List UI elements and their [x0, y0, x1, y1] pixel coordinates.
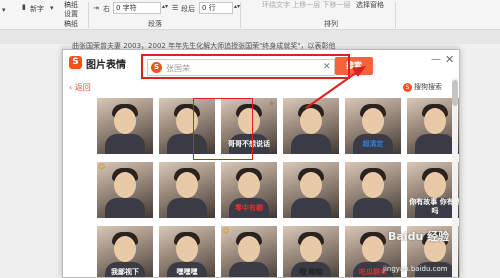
tile-caption: 我鄙视下: [111, 268, 139, 276]
emoji-tile[interactable]: 超清定: [345, 98, 401, 154]
emoji-tile[interactable]: 零中有棚: [221, 162, 277, 218]
emoji-tile[interactable]: [345, 162, 401, 218]
tile-caption: 超清定: [362, 140, 384, 148]
tile-face: [114, 236, 136, 262]
selected-tile-highlight: [193, 98, 253, 160]
baidu-watermark-url: jingyan.baidu.com: [383, 265, 448, 273]
emoji-tile[interactable]: 哦 呦呦: [283, 226, 339, 277]
emoji-tile[interactable]: [97, 98, 153, 154]
tile-face: [424, 172, 446, 198]
baidu-watermark: Baidu 经验: [388, 230, 450, 243]
new-char-dropdown[interactable]: ▾: [50, 4, 54, 12]
tile-face: [300, 172, 322, 198]
tile-face: [424, 108, 446, 134]
tile-face: [362, 172, 384, 198]
arrange-group-label: 排列: [324, 20, 338, 28]
ribbon-toolbar: ▾ ▮ 新字 ▾ 稿纸 设置 稿纸 ⇥ 右 0 字符 ▴▾ ☰ 段后 0 行 ▴…: [0, 0, 500, 30]
space-after-label: 段后: [181, 5, 195, 13]
tile-face: [362, 108, 384, 134]
arrange-faded-options: 环绕文字 上移一层 下移一层: [262, 1, 351, 9]
tile-caption: 嘿嘿嘿: [176, 268, 198, 276]
tile-body: [229, 262, 269, 277]
tile-face: [300, 236, 322, 262]
scrollbar-thumb[interactable]: [452, 80, 458, 106]
tile-body: [105, 134, 145, 154]
tile-body: [415, 134, 455, 154]
tile-face: [176, 172, 198, 198]
emoji-tile[interactable]: 嘿嘿嘿: [159, 226, 215, 277]
tile-face: [238, 172, 260, 198]
animated-badge-icon: ☺: [98, 163, 106, 171]
indent-right-icon: ⇥: [93, 4, 99, 12]
tile-face: [300, 108, 322, 134]
favorite-star-icon[interactable]: ★: [268, 99, 275, 108]
sogou-small-icon: S: [403, 83, 412, 92]
tile-caption: 哦 呦呦: [299, 268, 323, 276]
tile-body: [167, 198, 207, 218]
sogou-search-label: 搜狗搜索: [414, 83, 442, 91]
tile-face: [114, 108, 136, 134]
dialog-title: 图片表情: [86, 60, 126, 71]
animated-badge-icon: ☺: [222, 227, 230, 235]
emoji-tile[interactable]: ☺: [97, 162, 153, 218]
new-char-icon: ▮: [22, 3, 26, 11]
indent-right-label: 右: [103, 5, 110, 13]
space-after-icon: ☰: [172, 4, 179, 12]
tile-face: [362, 236, 384, 262]
tile-face: [176, 236, 198, 262]
tile-body: [353, 198, 393, 218]
space-after-field[interactable]: 0 行: [199, 2, 233, 14]
font-dropdown-arrow[interactable]: ▾: [2, 6, 6, 14]
tile-face: [238, 236, 260, 262]
search-highlight-box: [141, 54, 350, 79]
back-arrow-icon: ‹: [69, 83, 73, 92]
emoji-tile[interactable]: [283, 98, 339, 154]
emoji-tile[interactable]: 我鄙视下: [97, 226, 153, 277]
close-button[interactable]: ✕: [445, 53, 454, 66]
back-link[interactable]: ‹ 返回: [69, 82, 91, 93]
new-char-button[interactable]: 新字: [30, 4, 44, 14]
draft-group-label: 稿纸: [64, 20, 78, 28]
tile-body: [291, 198, 331, 218]
draft-settings-line2[interactable]: 设置: [64, 9, 78, 19]
tile-face: [114, 172, 136, 198]
indent-right-field[interactable]: 0 字符: [113, 2, 161, 14]
emoji-tile[interactable]: [159, 162, 215, 218]
tile-caption: 零中有棚: [235, 204, 263, 212]
back-link-label: 返回: [74, 83, 91, 92]
sogou-logo-icon: S: [69, 56, 82, 69]
minimize-button[interactable]: —: [431, 54, 441, 65]
tile-body: [105, 198, 145, 218]
selection-pane-button[interactable]: 选择窗格: [356, 0, 384, 10]
tile-body: [291, 134, 331, 154]
emoji-tile[interactable]: ☺: [221, 226, 277, 277]
paragraph-group-label: 段落: [148, 20, 162, 28]
indent-right-spin[interactable]: ▴▾: [162, 3, 168, 10]
scrollbar-track[interactable]: [452, 78, 458, 277]
sogou-search-link[interactable]: S 搜狗搜索: [403, 82, 442, 92]
emoji-tile[interactable]: [283, 162, 339, 218]
